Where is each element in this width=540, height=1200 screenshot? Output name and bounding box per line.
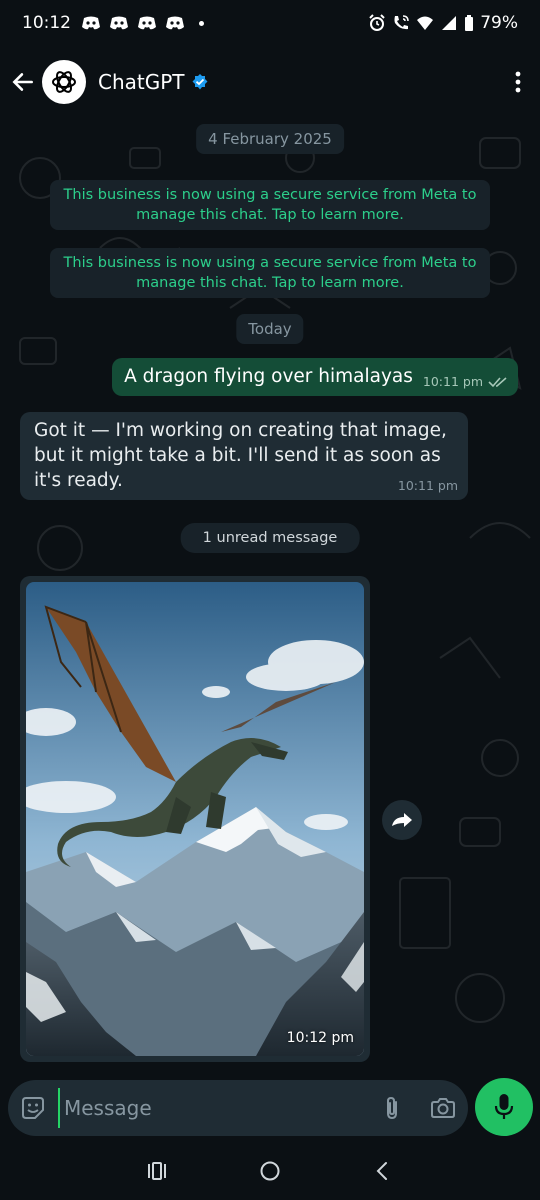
system-nav-bar [0,1142,540,1200]
message-meta: 10:11 pm [423,374,508,390]
camera-icon[interactable] [430,1096,456,1120]
message-compose [8,1080,468,1136]
status-bar: 10:12 79% [0,0,540,46]
microphone-icon [494,1094,514,1119]
dragon-over-mountains-picture [26,582,364,1056]
image-message-time: 10:12 pm [286,1030,354,1046]
wifi-icon [417,16,434,30]
dragon-image[interactable] [26,582,364,1056]
whatsapp-chat-screen: 10:12 79% ChatGPT 4 February 2025 This b… [0,0,540,1200]
battery-percent: 79% [480,13,518,33]
status-time: 10:12 [22,13,71,33]
unread-messages-chip: 1 unread message [180,523,360,553]
image-message[interactable]: 10:12 pm [20,576,370,1062]
attach-icon[interactable] [380,1095,404,1121]
discord-icon [138,16,156,30]
message-input[interactable] [58,1088,374,1128]
system-message[interactable]: This business is now using a secure serv… [50,248,490,298]
recent-apps-icon[interactable] [145,1159,169,1183]
battery-icon [465,15,474,31]
discord-icon [166,16,184,30]
chat-header: ChatGPT [0,46,540,118]
system-message[interactable]: This business is now using a secure serv… [50,180,490,230]
verified-badge-icon [192,74,208,90]
back-nav-icon[interactable] [371,1159,395,1183]
more-options-icon[interactable] [506,68,530,96]
notification-icons [81,15,204,31]
outgoing-message[interactable]: A dragon flying over himalayas 10:11 pm [112,358,518,396]
home-icon[interactable] [258,1159,282,1183]
status-right-icons: 79% [368,13,518,33]
message-text: Got it — I'm working on creating that im… [34,420,447,491]
input-bar [0,1078,540,1142]
more-notifications-dot [199,20,204,26]
back-arrow-icon[interactable] [10,69,36,95]
discord-icon [110,16,128,30]
chat-area[interactable]: 4 February 2025 This business is now usi… [0,118,540,1078]
contact-name[interactable]: ChatGPT [98,70,185,94]
message-time: 10:11 pm [422,374,483,389]
forward-button[interactable] [382,800,422,840]
openai-logo-icon [52,71,76,93]
alarm-icon [369,14,385,31]
incoming-message[interactable]: Got it — I'm working on creating that im… [20,412,468,500]
signal-icon [442,16,457,30]
sticker-emoji-icon[interactable] [20,1095,46,1121]
discord-icon [82,16,100,30]
double-check-icon [488,376,507,387]
message-time: 10:11 pm [397,478,458,493]
date-chip: 4 February 2025 [196,124,344,154]
wifi-calling-icon [394,15,409,30]
avatar[interactable] [42,60,86,104]
today-chip: Today [236,314,304,344]
voice-message-button[interactable] [475,1078,533,1136]
message-text: A dragon flying over himalayas [124,366,413,387]
forward-icon [392,813,412,827]
